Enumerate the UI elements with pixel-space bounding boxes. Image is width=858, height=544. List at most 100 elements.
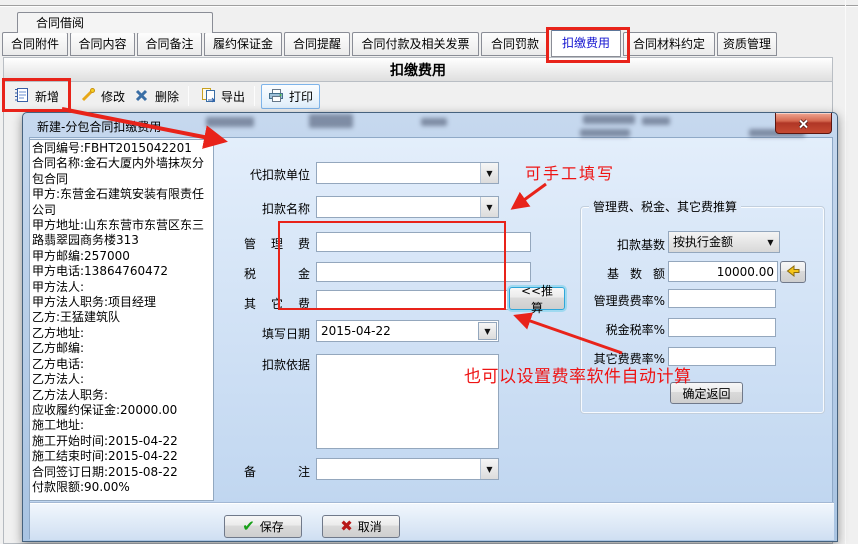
contract-info-line: 甲方:东营金石建筑安装有限责任公司 xyxy=(32,187,211,218)
modify-button-label: 修改 xyxy=(101,88,125,105)
chevron-down-icon[interactable]: ▼ xyxy=(762,232,779,252)
deduction-basis-label: 扣款依据 xyxy=(244,356,310,373)
dialog-client-area: 合同编号:FBHT2015042201合同名称:金石大厦内外墙抹灰分包合同甲方:… xyxy=(29,137,833,539)
tab-contract-payment-invoices[interactable]: 合同付款及相关发票 xyxy=(352,32,479,56)
glass-blur-artifact xyxy=(206,117,254,127)
annotation-text-manual: 可手工填写 xyxy=(525,160,615,184)
base-amount-input[interactable] xyxy=(668,261,778,282)
glass-blur-artifact xyxy=(421,118,447,126)
withhold-unit-combobox[interactable]: ▼ xyxy=(316,162,499,184)
save-button[interactable]: ✔ 保存 xyxy=(224,515,302,538)
printer-icon xyxy=(268,87,284,106)
contract-info-line: 乙方邮编: xyxy=(32,341,211,356)
contract-info-line: 乙方法人职务: xyxy=(32,388,211,403)
annotation-rect-withholding-tab xyxy=(546,27,630,63)
combo-value: 按执行金额 xyxy=(669,232,762,252)
contract-info-line: 应收履约保证金:20000.00 xyxy=(32,403,211,418)
calc-button[interactable]: <<推算 xyxy=(509,287,565,310)
tax-rate-label: 税金税率% xyxy=(589,321,665,338)
delete-button-label: 删除 xyxy=(155,88,179,105)
contract-info-line: 甲方电话:13864760472 xyxy=(32,264,211,279)
management-rate-input[interactable] xyxy=(668,289,776,308)
new-withholding-fee-dialog: 新建-分包合同扣缴费用 合同编号:FBHT2015042201合同名称:金石大厦… xyxy=(22,112,838,542)
tax-rate-input[interactable] xyxy=(668,318,776,337)
glass-blur-artifact xyxy=(309,114,353,128)
glass-blur-artifact xyxy=(583,115,635,124)
hand-pointer-icon xyxy=(786,265,800,280)
tab-contract-notes[interactable]: 合同备注 xyxy=(137,32,202,56)
annotation-rect-fee-inputs xyxy=(278,221,506,310)
withhold-unit-label: 代扣款单位 xyxy=(244,166,310,183)
app-window: 合同借阅 合同附件 合同内容 合同备注 履约保证金 合同提醒 合同付款及相关发票… xyxy=(0,0,858,544)
export-button[interactable]: 导出 xyxy=(194,84,251,109)
tab-contract-attachments[interactable]: 合同附件 xyxy=(2,32,68,56)
chevron-down-icon[interactable]: ▼ xyxy=(480,459,498,479)
deduction-name-combobox[interactable]: ▼ xyxy=(316,196,499,218)
deduction-name-label: 扣款名称 xyxy=(244,200,310,217)
save-button-label: 保存 xyxy=(260,518,284,535)
print-button-label: 打印 xyxy=(289,88,313,105)
tab-contract-borrow[interactable]: 合同借阅 xyxy=(17,12,213,33)
tab-contract-materials[interactable]: 合同材料约定 xyxy=(623,32,715,56)
fill-date-picker[interactable]: 2015-04-22 ▼ xyxy=(316,320,499,342)
dialog-title[interactable]: 新建-分包合同扣缴费用 xyxy=(37,118,161,135)
chevron-down-icon[interactable]: ▼ xyxy=(478,322,497,340)
save-check-icon: ✔ xyxy=(242,519,255,534)
tab-performance-bond[interactable]: 履约保证金 xyxy=(204,32,282,56)
contract-info-line: 甲方地址:山东东营市东营区东三路翡翠园商务楼313 xyxy=(32,218,211,249)
deduction-base-label: 扣款基数 xyxy=(589,236,665,253)
fill-date-label: 填写日期 xyxy=(244,325,310,342)
glass-blur-artifact xyxy=(580,129,630,137)
cancel-button[interactable]: ✖ 取消 xyxy=(322,515,400,538)
modify-button[interactable]: 修改 xyxy=(74,84,131,109)
calc-panel-title: 管理费、税金、其它费推算 xyxy=(589,198,741,215)
annotation-text-auto: 也可以设置费率软件自动计算 xyxy=(464,362,692,387)
close-button[interactable] xyxy=(775,113,832,134)
contract-info-line: 甲方法人职务:项目经理 xyxy=(32,295,211,310)
chevron-down-icon[interactable]: ▼ xyxy=(480,197,498,217)
window-top-divider xyxy=(0,5,858,7)
contract-info-line: 合同名称:金石大厦内外墙抹灰分包合同 xyxy=(32,156,211,187)
contract-info-line: 付款限额:90.00% xyxy=(32,480,211,495)
contract-info-line: 甲方法人: xyxy=(32,280,211,295)
contract-info-line: 施工结束时间:2015-04-22 xyxy=(32,449,211,464)
combo-value xyxy=(317,459,480,479)
toolbar-separator xyxy=(254,86,255,106)
tab-contract-reminder[interactable]: 合同提醒 xyxy=(284,32,350,56)
close-icon xyxy=(798,114,809,133)
contract-info-line: 乙方:王猛建筑队 xyxy=(32,310,211,325)
contract-info-line: 乙方电话: xyxy=(32,357,211,372)
cancel-x-icon: ✖ xyxy=(340,519,353,534)
right-edge-divider xyxy=(845,0,846,544)
remark-combobox[interactable]: ▼ xyxy=(316,458,499,480)
chevron-down-icon[interactable]: ▼ xyxy=(480,163,498,183)
management-rate-label: 管理费费率% xyxy=(589,292,665,309)
contract-info-line: 施工开始时间:2015-04-22 xyxy=(32,434,211,449)
contract-info-line: 合同签订日期:2015-08-22 xyxy=(32,465,211,480)
fill-date-value: 2015-04-22 xyxy=(317,321,477,341)
toolbar-separator xyxy=(188,86,189,106)
page-title: 扣缴费用 xyxy=(3,60,833,80)
deduction-base-combobox[interactable]: 按执行金额 ▼ xyxy=(668,231,780,253)
contract-info-line: 施工地址: xyxy=(32,418,211,433)
contract-info-panel: 合同编号:FBHT2015042201合同名称:金石大厦内外墙抹灰分包合同甲方:… xyxy=(29,139,214,501)
delete-button[interactable]: 删除 xyxy=(128,84,185,109)
base-amount-label: 基数额 xyxy=(607,265,665,282)
cancel-button-label: 取消 xyxy=(358,518,382,535)
export-button-label: 导出 xyxy=(221,88,245,105)
annotation-rect-new-button xyxy=(2,78,71,112)
combo-value xyxy=(317,197,480,217)
magic-wand-icon xyxy=(80,87,96,106)
tab-qualification-management[interactable]: 资质管理 xyxy=(717,32,777,56)
contract-info-line: 乙方地址: xyxy=(32,326,211,341)
base-amount-picker-button[interactable] xyxy=(780,261,806,283)
tab-contract-content[interactable]: 合同内容 xyxy=(70,32,135,56)
combo-value xyxy=(317,163,480,183)
contract-info-line: 乙方法人: xyxy=(32,372,211,387)
export-pages-icon xyxy=(200,87,216,106)
contract-info-line: 合同编号:FBHT2015042201 xyxy=(32,141,211,156)
tab-contract-penalty[interactable]: 合同罚款 xyxy=(481,32,549,56)
glass-blur-artifact xyxy=(642,117,670,125)
remark-label: 备注 xyxy=(244,463,310,480)
print-button[interactable]: 打印 xyxy=(261,84,320,109)
